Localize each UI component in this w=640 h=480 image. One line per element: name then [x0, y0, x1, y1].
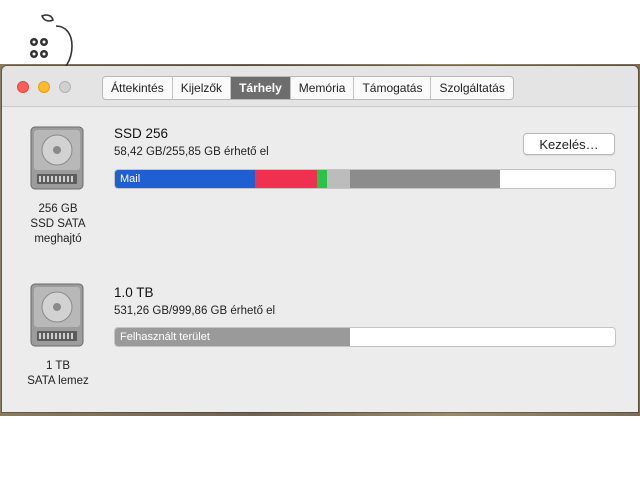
- about-this-mac-window: Áttekintés Kijelzők Tárhely Memória Támo…: [2, 66, 638, 412]
- usage-segment-label: Felhasznált terület: [120, 331, 210, 343]
- drive-type: SSD SATA: [30, 218, 86, 230]
- tab-service[interactable]: Szolgáltatás: [431, 77, 512, 99]
- tab-displays[interactable]: Kijelzők: [173, 77, 232, 99]
- manage-button[interactable]: Kezelés…: [523, 133, 615, 155]
- drive-available-space: 531,26 GB/999,86 GB érhető el: [114, 305, 276, 317]
- usage-segment: Mail: [115, 170, 255, 188]
- titlebar: Áttekintés Kijelzők Tárhely Memória Támo…: [2, 66, 638, 107]
- drive-available-space: 58,42 GB/255,85 GB érhető el: [114, 146, 269, 158]
- tab-memory[interactable]: Memória: [291, 77, 355, 99]
- usage-segment: [350, 170, 500, 188]
- usage-segment: [255, 170, 317, 188]
- storage-usage-bar: Felhasznált terület: [114, 327, 616, 347]
- storage-usage-bar: Mail: [114, 169, 616, 189]
- drive-caption: 1 TB SATA lemez: [8, 359, 108, 389]
- drive-type: SATA lemez: [27, 375, 89, 387]
- storage-pane: 256 GB SSD SATA meghajtó SSD 256 58,42 G…: [2, 107, 638, 412]
- tab-bar: Áttekintés Kijelzők Tárhely Memória Támo…: [102, 76, 514, 100]
- drive-caption: 256 GB SSD SATA meghajtó: [8, 202, 108, 247]
- tab-storage[interactable]: Tárhely: [231, 77, 291, 99]
- drive-capacity: 1 TB: [45, 360, 71, 372]
- drive-capacity: 256 GB: [38, 203, 78, 215]
- usage-segment: [327, 170, 350, 188]
- close-window-button[interactable]: [17, 81, 29, 93]
- minimize-window-button[interactable]: [38, 81, 50, 93]
- hard-drive-icon: [30, 283, 84, 347]
- hard-drive-icon: [30, 126, 84, 190]
- usage-segment: [317, 170, 327, 188]
- usage-segment: Felhasznált terület: [115, 328, 350, 346]
- tab-support[interactable]: Támogatás: [354, 77, 432, 99]
- usage-segment-label: Mail: [120, 173, 141, 185]
- zoom-window-button[interactable]: [59, 81, 71, 93]
- drive-name: 1.0 TB: [114, 285, 154, 300]
- drive-kind: meghajtó: [34, 233, 82, 245]
- tab-overview[interactable]: Áttekintés: [103, 77, 173, 99]
- drive-name: SSD 256: [114, 126, 169, 141]
